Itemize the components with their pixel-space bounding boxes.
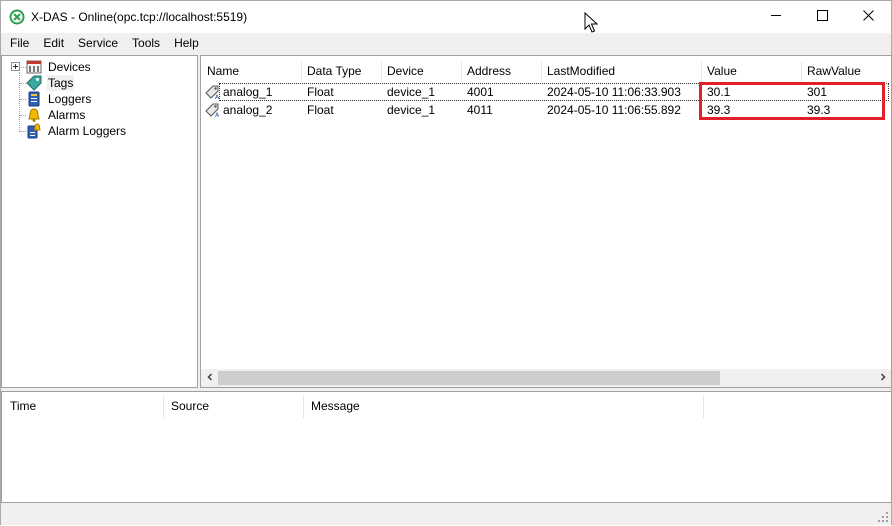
tree-label-alarm-loggers: Alarm Loggers	[48, 124, 127, 138]
navigation-tree[interactable]: Devices Tags Loggers Alarms Alarm Logger…	[1, 55, 198, 388]
tag-list-header: Name Data Type Device Address LastModifi…	[201, 60, 891, 82]
cell-data-type: Float	[307, 103, 334, 117]
scrollbar-thumb[interactable]	[218, 371, 720, 385]
devices-icon	[26, 59, 42, 75]
menu-file[interactable]: File	[1, 33, 36, 53]
loggers-icon	[26, 91, 42, 107]
log-list-header: Time Source Message	[2, 394, 891, 418]
chevron-left-icon	[206, 372, 214, 384]
scroll-right-button[interactable]	[874, 369, 891, 387]
alarm-loggers-icon	[26, 123, 42, 139]
tree-item-tags[interactable]: Tags	[2, 75, 197, 91]
horizontal-scrollbar[interactable]	[201, 369, 891, 387]
tags-icon	[26, 75, 42, 91]
tree-label-loggers: Loggers	[48, 92, 92, 106]
resize-grip-icon[interactable]	[877, 511, 889, 523]
chevron-right-icon	[879, 372, 887, 384]
cell-address: 4001	[467, 85, 494, 99]
close-button[interactable]	[845, 1, 891, 33]
value-highlight-box	[699, 82, 885, 120]
cell-name: analog_2	[223, 103, 273, 117]
menu-help[interactable]: Help	[167, 33, 206, 53]
window-title: X-DAS - Online(opc.tcp://localhost:5519)	[31, 10, 248, 24]
tag-list-view[interactable]: Name Data Type Device Address LastModifi…	[200, 55, 892, 388]
menu-service[interactable]: Service	[71, 33, 125, 53]
title-bar[interactable]: X-DAS - Online(opc.tcp://localhost:5519)	[1, 1, 891, 33]
maximize-icon	[816, 10, 828, 24]
column-header-address[interactable]: Address	[461, 60, 541, 82]
tree-item-alarm-loggers[interactable]: Alarm Loggers	[2, 123, 197, 139]
column-header-time[interactable]: Time	[2, 394, 163, 418]
tree-label-alarms: Alarms	[48, 108, 86, 122]
cell-address: 4011	[467, 103, 493, 117]
log-list-view[interactable]: Time Source Message	[1, 391, 892, 503]
app-window: X-DAS - Online(opc.tcp://localhost:5519)…	[0, 0, 892, 525]
cell-lastmodified: 2024-05-10 11:06:33.903	[547, 85, 681, 99]
column-header-lastmodified[interactable]: LastModified	[541, 60, 701, 82]
tree-label-devices: Devices	[48, 60, 91, 74]
minimize-icon	[770, 10, 782, 24]
menu-bar: File Edit Service Tools Help	[1, 33, 891, 53]
mouse-cursor-icon	[584, 11, 599, 34]
column-header-device[interactable]: Device	[381, 60, 461, 82]
cell-data-type: Float	[307, 85, 334, 99]
tree-item-devices[interactable]: Devices	[2, 59, 197, 75]
maximize-button[interactable]	[799, 1, 845, 33]
column-header-rawvalue[interactable]: RawValue	[801, 60, 891, 82]
column-header-source[interactable]: Source	[163, 394, 303, 418]
scroll-left-button[interactable]	[201, 369, 218, 387]
minimize-button[interactable]	[753, 1, 799, 33]
menu-tools[interactable]: Tools	[125, 33, 167, 53]
tree-item-alarms[interactable]: Alarms	[2, 107, 197, 123]
column-header-name[interactable]: Name	[201, 60, 301, 82]
tree-item-loggers[interactable]: Loggers	[2, 91, 197, 107]
column-header-value[interactable]: Value	[701, 60, 801, 82]
status-bar	[1, 503, 891, 525]
close-icon	[862, 10, 874, 24]
alarms-icon	[26, 107, 42, 123]
cell-name: analog_1	[223, 85, 273, 99]
cell-device: device_1	[387, 103, 436, 117]
column-header-data-type[interactable]: Data Type	[301, 60, 381, 82]
cell-device: device_1	[387, 85, 436, 99]
tree-label-tags: Tags	[47, 75, 75, 91]
column-divider[interactable]	[703, 396, 704, 418]
column-header-message[interactable]: Message	[303, 394, 703, 418]
xdas-app-icon	[9, 9, 25, 25]
menu-edit[interactable]: Edit	[36, 33, 71, 53]
cell-lastmodified: 2024-05-10 11:06:55.892	[547, 103, 681, 117]
